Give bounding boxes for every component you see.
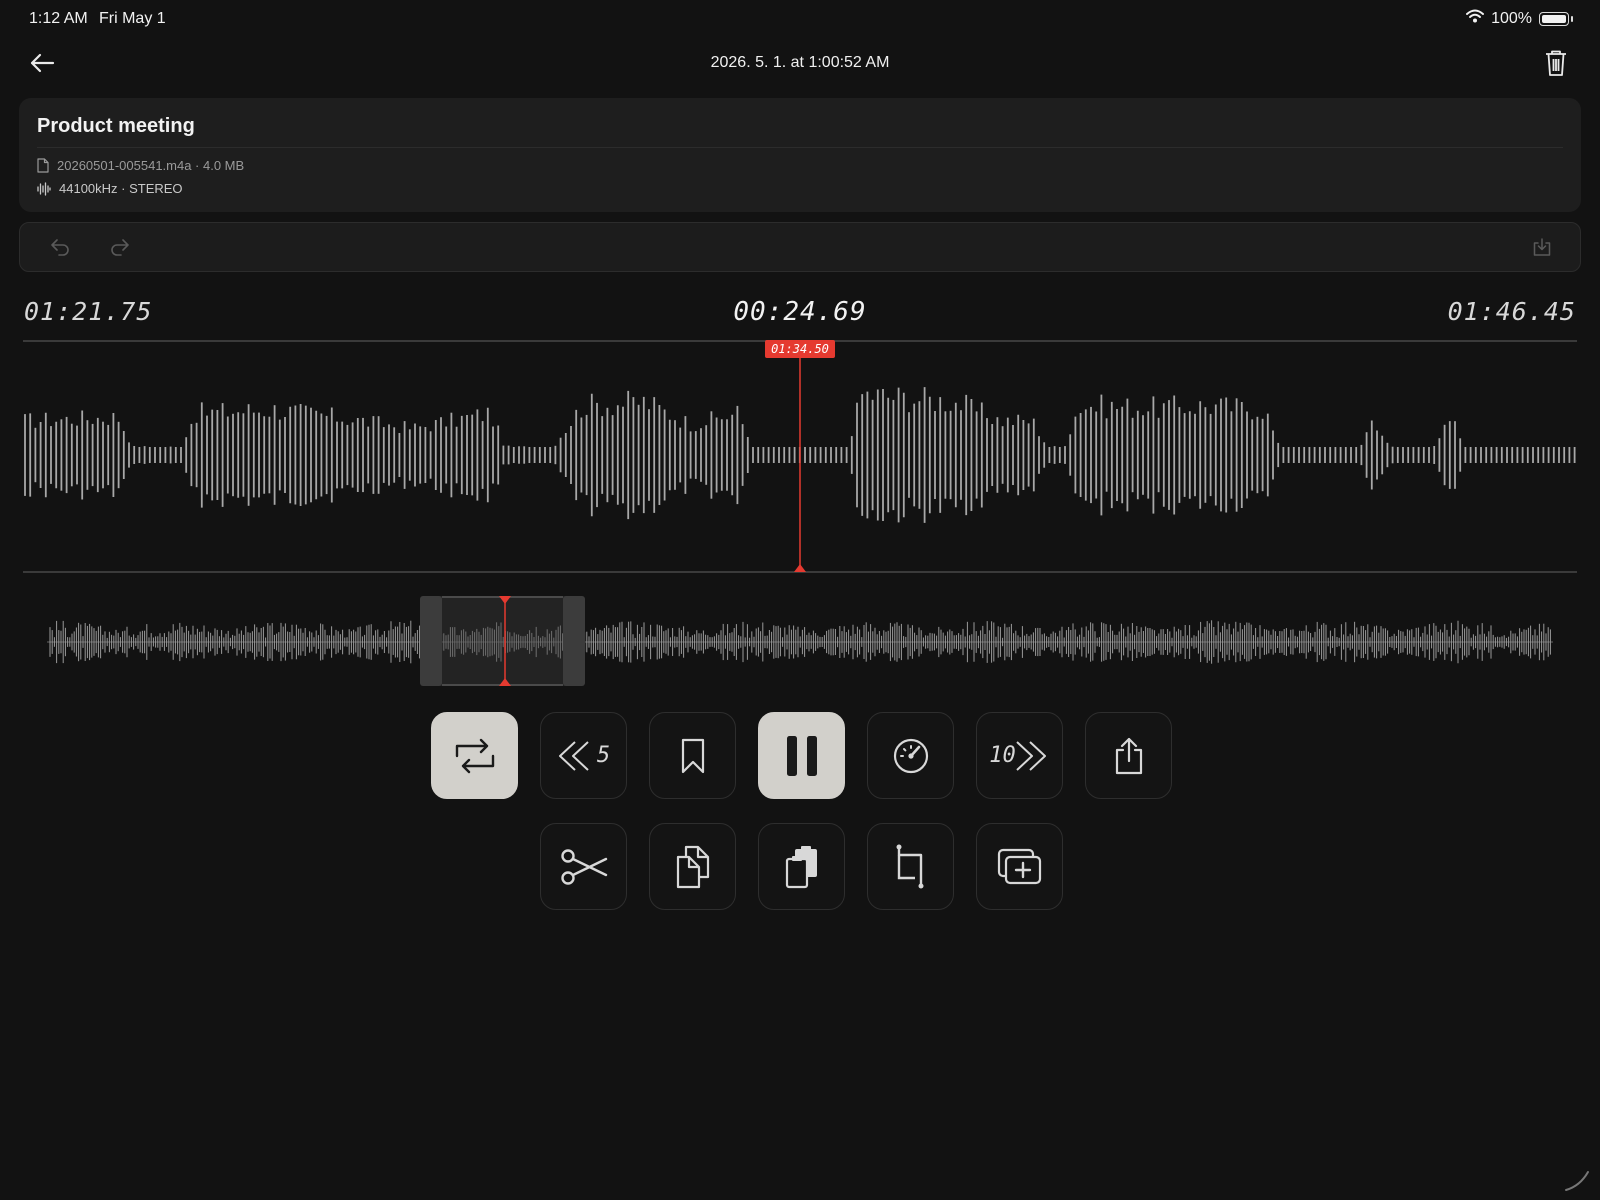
trash-icon <box>1546 50 1566 76</box>
speed-gauge-icon <box>893 738 928 773</box>
main-waveform[interactable] <box>0 330 1600 580</box>
save-tray-icon <box>1533 238 1551 256</box>
speed-button[interactable] <box>867 712 954 799</box>
file-icon <box>37 158 49 173</box>
loop-button[interactable] <box>431 712 518 799</box>
battery-icon <box>1539 11 1569 26</box>
pause-icon <box>786 735 817 776</box>
scissors-icon <box>560 848 607 885</box>
forward-icon <box>1016 740 1046 771</box>
copy-button[interactable] <box>649 823 736 910</box>
file-info-row: 20260501-005541.m4a · 4.0 MB <box>37 158 244 173</box>
copy-icon <box>676 845 709 888</box>
repeat-icon <box>455 738 494 773</box>
crop-button[interactable] <box>867 823 954 910</box>
status-indicators: 100% <box>1466 9 1573 28</box>
recording-title[interactable]: Product meeting <box>37 115 195 138</box>
battery-nub <box>1571 15 1573 22</box>
audio-format: 44100kHz · STEREO <box>59 181 183 196</box>
divider <box>37 147 1563 148</box>
edit-toolbar <box>19 222 1581 272</box>
selection-end-time[interactable]: 01:46.45 <box>1448 297 1576 326</box>
share-button[interactable] <box>1085 712 1172 799</box>
playhead-marker <box>794 564 806 572</box>
delete-button[interactable] <box>1540 46 1572 80</box>
pause-button[interactable] <box>758 712 845 799</box>
controls-row-1: 5 10 <box>431 712 1172 799</box>
rewind-seconds-label: 5 <box>596 743 611 768</box>
cut-button[interactable] <box>540 823 627 910</box>
undo-icon <box>51 239 69 256</box>
paste-icon <box>785 845 817 888</box>
forward-10-button[interactable]: 10 <box>976 712 1063 799</box>
audio-info-row: 44100kHz · STEREO <box>37 181 183 196</box>
status-date: Fri May 1 <box>99 10 166 27</box>
wifi-icon <box>1466 9 1485 28</box>
battery-percent: 100% <box>1491 9 1532 27</box>
nav-bar: 2026. 5. 1. at 1:00:52 AM <box>0 40 1600 86</box>
status-time: 1:12 AM <box>29 10 88 27</box>
insert-button[interactable] <box>976 823 1063 910</box>
scroll-corner-indicator <box>1565 1171 1589 1191</box>
page-title: 2026. 5. 1. at 1:00:52 AM <box>710 54 890 71</box>
paste-button[interactable] <box>758 823 845 910</box>
viewport-handle-left <box>420 596 442 686</box>
viewport-handle-right <box>563 596 585 686</box>
rewind-5-button[interactable]: 5 <box>540 712 627 799</box>
file-info: 20260501-005541.m4a · 4.0 MB <box>57 158 245 173</box>
bookmark-icon <box>681 738 704 773</box>
undo-button[interactable] <box>48 235 72 259</box>
overview-waveform[interactable] <box>0 590 1600 690</box>
redo-icon <box>111 239 129 256</box>
waveform-icon <box>37 181 51 196</box>
bookmark-button[interactable] <box>649 712 736 799</box>
crop-icon <box>896 844 923 888</box>
current-time: 00:24.69 <box>733 297 867 327</box>
insert-icon <box>997 848 1041 884</box>
redo-button[interactable] <box>108 235 132 259</box>
recording-info-card: Product meeting 20260501-005541.m4a · 4.… <box>19 98 1581 212</box>
share-icon <box>1115 737 1142 774</box>
status-bar: 1:12 AM Fri May 1 100% <box>0 0 1600 38</box>
playhead-time-label: 01:34.50 <box>765 340 835 358</box>
viewport-window <box>420 596 585 686</box>
save-button[interactable] <box>1530 235 1554 259</box>
controls-row-2 <box>540 823 1063 910</box>
